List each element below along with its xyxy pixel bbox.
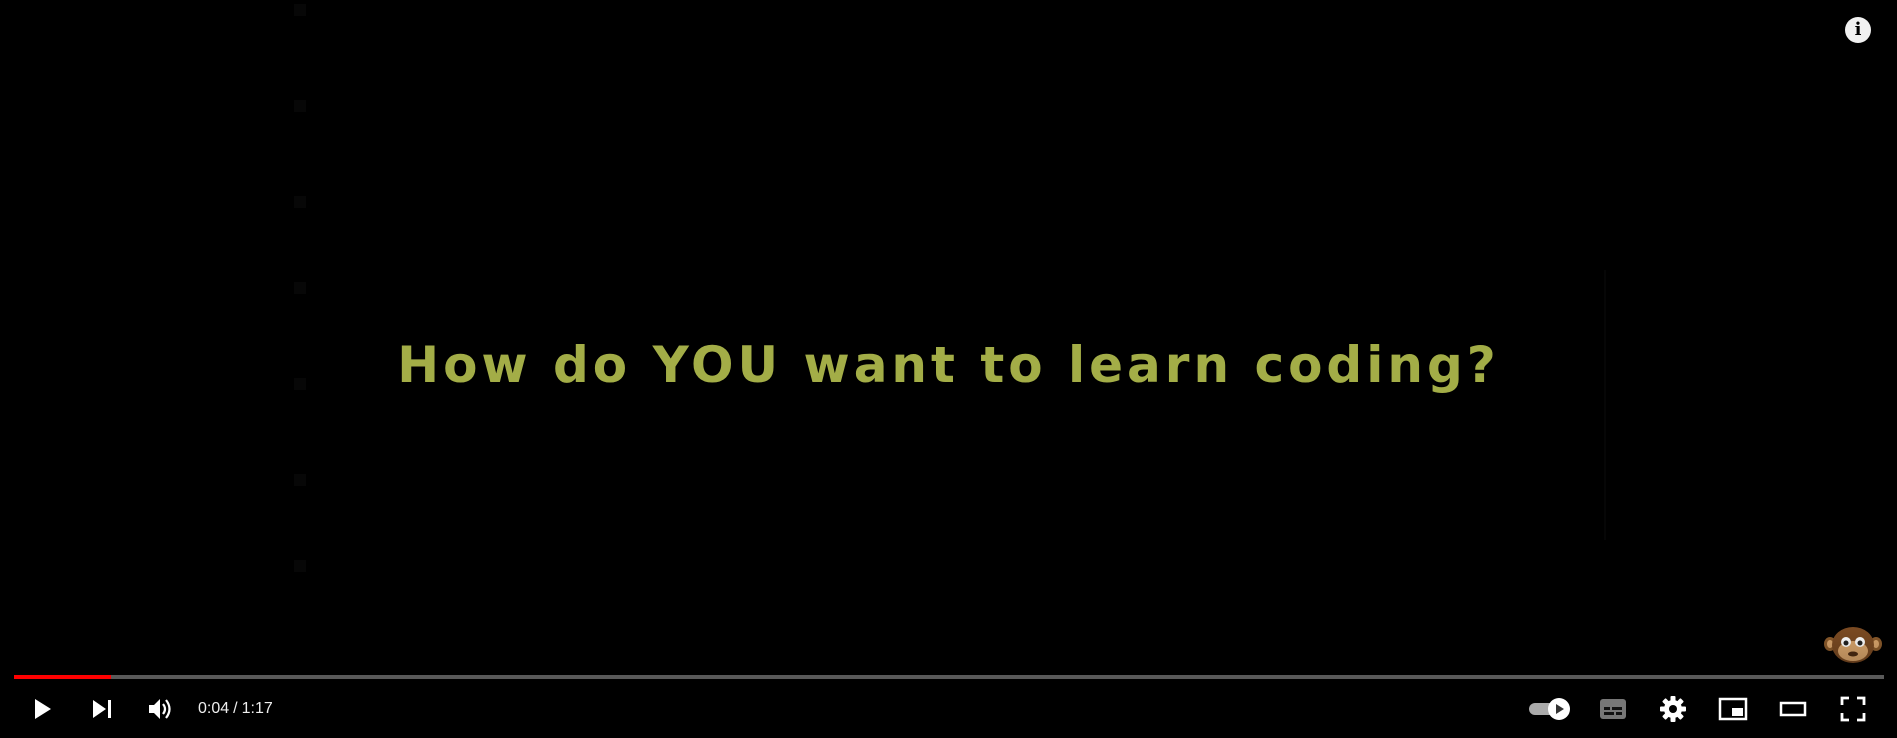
play-icon <box>35 699 51 719</box>
miniplayer-button[interactable] <box>1711 688 1755 730</box>
fullscreen-icon <box>1840 696 1866 722</box>
current-time: 0:04 <box>198 700 230 717</box>
video-headline: How do YOU want to learn coding? <box>397 336 1500 394</box>
time-separator: / <box>233 700 238 717</box>
video-player[interactable]: How do YOU want to learn coding? i 0:04 … <box>0 0 1897 738</box>
duration: 1:17 <box>241 700 273 717</box>
theater-mode-icon <box>1779 701 1807 717</box>
control-bar: 0:04/1:17 <box>0 688 1897 730</box>
autoplay-toggle[interactable] <box>1526 688 1574 730</box>
miniplayer-icon <box>1718 697 1748 721</box>
volume-icon <box>149 699 171 719</box>
subtitles-icon <box>1600 699 1626 719</box>
volume-button[interactable] <box>139 688 183 730</box>
autoplay-toggle-icon <box>1529 698 1570 720</box>
video-decoration-line <box>1604 270 1606 540</box>
info-icon[interactable]: i <box>1845 17 1871 43</box>
settings-button[interactable] <box>1651 688 1695 730</box>
fullscreen-button[interactable] <box>1831 688 1875 730</box>
video-decoration <box>294 0 306 600</box>
next-button[interactable] <box>80 688 124 730</box>
progress-bar[interactable] <box>14 675 1884 679</box>
settings-gear-icon <box>1660 696 1686 722</box>
time-display: 0:04/1:17 <box>198 688 273 730</box>
progress-played <box>14 675 112 679</box>
next-icon <box>93 700 111 718</box>
theater-mode-button[interactable] <box>1771 688 1815 730</box>
subtitles-button[interactable] <box>1591 688 1635 730</box>
play-button[interactable] <box>20 688 64 730</box>
